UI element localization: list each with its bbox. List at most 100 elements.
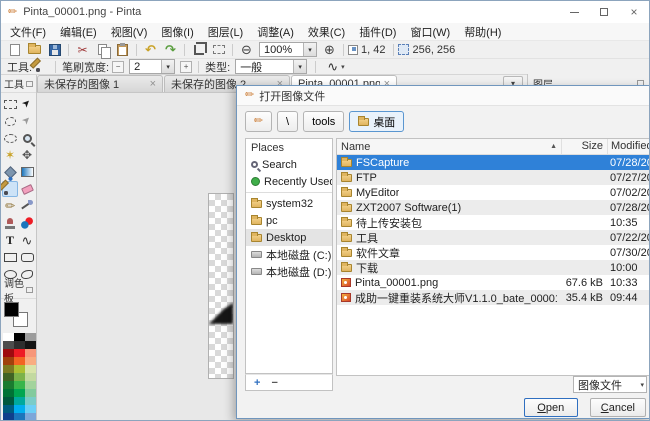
palette-swatch[interactable] xyxy=(25,381,36,389)
palette-swatch[interactable] xyxy=(25,341,36,349)
menu-item-1[interactable]: 文件(F) xyxy=(3,23,53,41)
palette-swatch[interactable] xyxy=(3,349,14,357)
file-row[interactable]: FSCapture07/28/20 xyxy=(337,155,649,170)
chevron-down-icon[interactable]: ▾ xyxy=(303,43,316,56)
file-row[interactable]: 待上传安装包10:35 xyxy=(337,215,649,230)
palette-swatch[interactable] xyxy=(25,349,36,357)
brush-type-combo[interactable]: 一般 ▾ xyxy=(235,59,307,74)
crop-to-selection-button[interactable] xyxy=(189,42,208,58)
move-selection-tool-button[interactable]: ➤ xyxy=(19,96,35,112)
file-row[interactable]: 成助一键重装系统大师V1.1.0_bate_00001.png35.4 kB09… xyxy=(337,290,649,305)
brush-width-combo[interactable]: 2 ▾ xyxy=(129,59,175,74)
menu-item-5[interactable]: 图层(L) xyxy=(201,23,250,41)
place-item-7[interactable]: 本地磁盘 (D:) xyxy=(246,263,332,280)
palette-swatch[interactable] xyxy=(3,333,14,341)
file-row[interactable]: 软件文章07/30/20 xyxy=(337,245,649,260)
file-row[interactable]: 工具07/22/20 xyxy=(337,230,649,245)
menu-item-2[interactable]: 编辑(E) xyxy=(53,23,104,41)
clone-stamp-tool-button[interactable] xyxy=(2,215,18,231)
place-item-2[interactable]: Recently Used xyxy=(246,173,332,190)
paste-button[interactable] xyxy=(113,42,132,58)
palette-swatch[interactable] xyxy=(25,333,36,341)
paint-bucket-tool-button[interactable] xyxy=(2,164,18,180)
cancel-button[interactable]: Cancel xyxy=(590,398,646,417)
remove-place-button[interactable]: − xyxy=(271,377,277,389)
brush-width-decrease-button[interactable]: − xyxy=(112,61,124,73)
current-tool-icon[interactable] xyxy=(35,60,49,73)
primary-color-swatch[interactable] xyxy=(4,302,19,317)
place-item-1[interactable]: Search xyxy=(246,156,332,173)
move-selected-tool-button[interactable]: ➤ xyxy=(19,113,35,129)
lasso-select-tool-button[interactable] xyxy=(2,113,18,129)
palette-swatch[interactable] xyxy=(3,365,14,373)
path-tools-button[interactable]: tools xyxy=(303,111,344,132)
copy-button[interactable] xyxy=(93,42,112,58)
palette-swatch[interactable] xyxy=(14,357,25,365)
magic-wand-tool-button[interactable]: ✶ xyxy=(2,147,18,163)
redo-button[interactable]: ↷ xyxy=(161,42,180,58)
menu-item-9[interactable]: 窗口(W) xyxy=(403,23,457,41)
image-canvas[interactable] xyxy=(208,193,234,379)
palette-swatch[interactable] xyxy=(25,405,36,413)
palette-swatch[interactable] xyxy=(3,397,14,405)
zoom-in-button[interactable]: ⊕ xyxy=(320,42,339,58)
dock-window-icon[interactable] xyxy=(26,287,33,293)
file-row[interactable]: 下载10:00 xyxy=(337,260,649,275)
palette-swatch[interactable] xyxy=(3,405,14,413)
palette-swatch[interactable] xyxy=(14,341,25,349)
menu-item-4[interactable]: 图像(I) xyxy=(154,23,200,41)
palette-swatch[interactable] xyxy=(14,349,25,357)
palette-swatch[interactable] xyxy=(14,333,25,341)
minimize-button[interactable] xyxy=(559,1,589,23)
menu-item-3[interactable]: 视图(V) xyxy=(104,23,155,41)
maximize-button[interactable] xyxy=(589,1,619,23)
pan-tool-button[interactable]: ✥ xyxy=(19,147,35,163)
text-tool-button[interactable]: T xyxy=(2,232,18,248)
color-picker-tool-button[interactable] xyxy=(19,198,35,214)
tab-close-icon[interactable]: × xyxy=(150,78,156,90)
path-desktop-button[interactable]: 桌面 xyxy=(349,111,404,132)
palette-swatch[interactable] xyxy=(3,357,14,365)
menu-item-7[interactable]: 效果(C) xyxy=(301,23,352,41)
stroke-style-button[interactable]: ∿ ▾ xyxy=(327,60,344,73)
palette-swatch[interactable] xyxy=(14,373,25,381)
palette-swatch[interactable] xyxy=(25,389,36,397)
rounded-rectangle-tool-button[interactable] xyxy=(19,249,35,265)
place-item-4[interactable]: pc xyxy=(246,212,332,229)
file-row[interactable]: ZXT2007 Software(1)07/28/20 xyxy=(337,200,649,215)
dock-window-icon[interactable] xyxy=(26,81,33,87)
place-item-3[interactable]: system32 xyxy=(246,195,332,212)
palette-swatch[interactable] xyxy=(3,389,14,397)
palette-swatch[interactable] xyxy=(14,413,25,420)
line-curve-tool-button[interactable]: ∿ xyxy=(19,232,35,248)
palette-swatch[interactable] xyxy=(3,413,14,420)
place-item-5[interactable]: Desktop xyxy=(246,229,332,246)
palette-swatch[interactable] xyxy=(3,373,14,381)
column-header-name[interactable]: Name ▲ xyxy=(337,139,561,154)
tab-1[interactable]: 未保存的图像 1× xyxy=(37,75,163,92)
zoom-out-button[interactable]: ⊖ xyxy=(237,42,256,58)
palette-swatch[interactable] xyxy=(14,365,25,373)
place-item-6[interactable]: 本地磁盘 (C:) xyxy=(246,246,332,263)
eraser-tool-button[interactable] xyxy=(19,181,35,197)
zoom-tool-tool-button[interactable] xyxy=(19,130,35,146)
palette-swatch[interactable] xyxy=(25,413,36,420)
ellipse-select-tool-button[interactable] xyxy=(2,130,18,146)
palette-swatch[interactable] xyxy=(25,357,36,365)
palette-swatch[interactable] xyxy=(14,405,25,413)
open-button[interactable]: Open xyxy=(524,398,578,417)
undo-button[interactable]: ↶ xyxy=(141,42,160,58)
file-type-filter-combo[interactable]: 图像文件 ▾ xyxy=(573,376,647,393)
palette-swatch[interactable] xyxy=(14,389,25,397)
palette-swatch[interactable] xyxy=(3,341,14,349)
save-file-button[interactable] xyxy=(45,42,64,58)
rectangle-select-tool-button[interactable] xyxy=(2,96,18,112)
brush-width-increase-button[interactable]: + xyxy=(180,61,192,73)
column-header-size[interactable]: Size xyxy=(561,139,607,154)
recolor-tool-button[interactable] xyxy=(19,215,35,231)
gradient-tool-button[interactable] xyxy=(19,164,35,180)
chevron-down-icon[interactable]: ▾ xyxy=(293,60,306,73)
palette-swatch[interactable] xyxy=(3,381,14,389)
pencil-tool-button[interactable]: ✏ xyxy=(2,198,18,214)
rectangle-tool-button[interactable] xyxy=(2,249,18,265)
